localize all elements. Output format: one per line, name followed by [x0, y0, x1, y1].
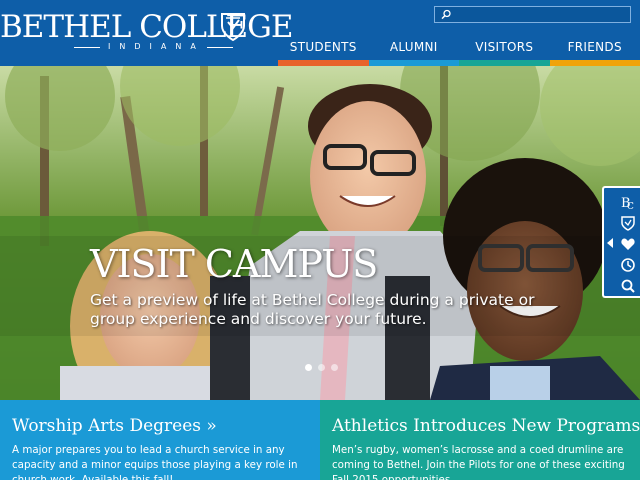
shield-icon[interactable] [620, 215, 636, 231]
search-input[interactable] [455, 7, 625, 22]
hero-slider[interactable]: VISIT CAMPUS Get a preview of life at Be… [0, 66, 640, 400]
nav-label: ALUMNI [389, 40, 438, 54]
nav-friends[interactable]: FRIENDS [549, 38, 640, 66]
search-icon[interactable] [441, 9, 452, 20]
panel-title[interactable]: Worship Arts Degrees » [12, 416, 308, 436]
nav-students[interactable]: STUDENTS [278, 38, 369, 66]
panel-text: A major prepares you to lead a church se… [12, 444, 298, 480]
svg-text:C: C [627, 202, 634, 210]
logo-mark-icon[interactable]: B C [620, 194, 636, 210]
nav-label: STUDENTS [289, 40, 357, 54]
nav-label: FRIENDS [567, 40, 622, 54]
bethel-college-logo[interactable]: BETHEL COLLEGE INDIANA [0, 6, 294, 54]
shield-crest-icon [221, 13, 245, 42]
slider-dot[interactable] [305, 364, 312, 371]
nav-alumni[interactable]: ALUMNI [368, 38, 459, 66]
logo-subtitle: INDIANA [74, 42, 233, 51]
hero-description: Get a preview of life at Bethel College … [90, 291, 535, 328]
collapse-arrow-icon[interactable] [607, 238, 613, 248]
slider-dot[interactable] [318, 364, 325, 371]
main-nav: STUDENTS ALUMNI VISITORS FRIENDS [278, 38, 640, 66]
hero-photo [0, 66, 640, 400]
heart-icon[interactable] [620, 236, 636, 252]
slider-dots [305, 364, 338, 371]
hero-title[interactable]: VISIT CAMPUS [90, 242, 378, 286]
search-icon[interactable] [620, 278, 636, 294]
search-box[interactable] [434, 6, 631, 23]
nav-label: VISITORS [475, 40, 534, 54]
clock-icon[interactable] [620, 257, 636, 273]
slider-dot[interactable] [331, 364, 338, 371]
worship-arts-panel[interactable]: Worship Arts Degrees » A major prepares … [0, 400, 320, 480]
logo-text: BETHEL COLLEGE [0, 9, 294, 45]
panel-title[interactable]: Athletics Introduces New Programs » [332, 416, 640, 436]
panel-text: Men’s rugby, women’s lacrosse and a coed… [332, 444, 625, 480]
site-header: BETHEL COLLEGE INDIANA STUDENTS ALUMNI V… [0, 0, 640, 66]
nav-visitors[interactable]: VISITORS [459, 38, 550, 66]
quick-links-panel: B C [602, 186, 640, 298]
athletics-panel[interactable]: Athletics Introduces New Programs » Men’… [320, 400, 640, 480]
